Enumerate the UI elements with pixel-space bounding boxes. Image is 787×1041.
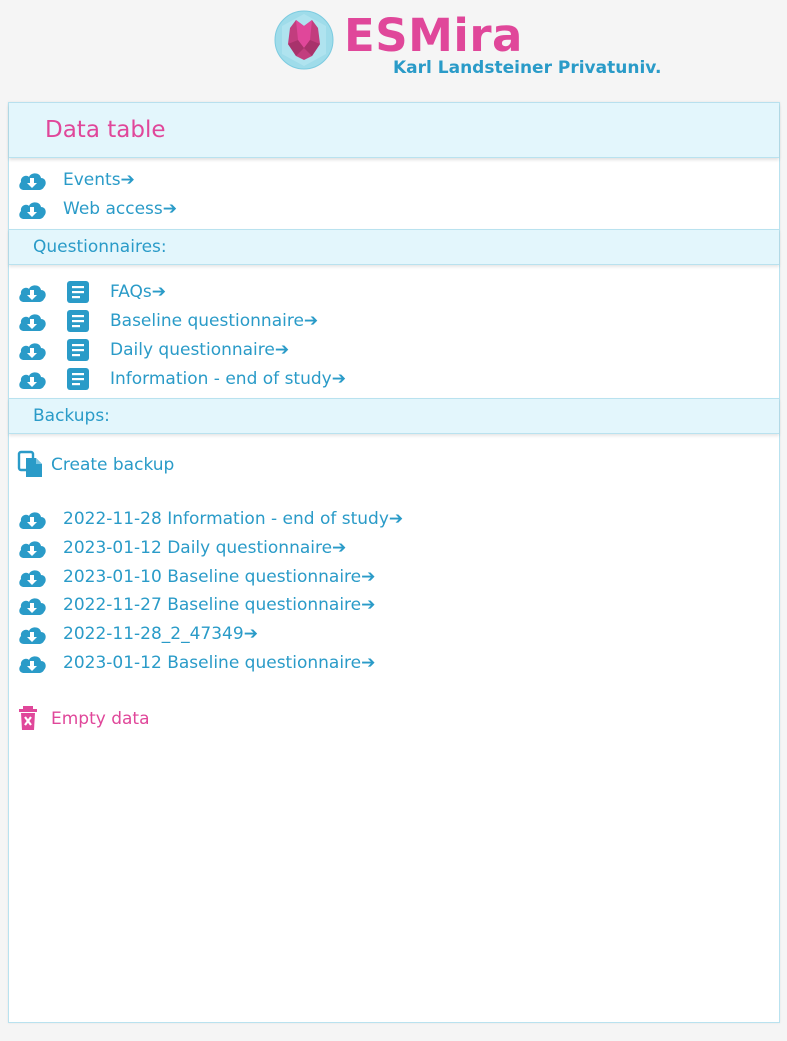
document-icon xyxy=(67,281,89,303)
download-events-link[interactable]: Events➔ xyxy=(9,167,209,193)
cloud-download-icon xyxy=(19,202,46,219)
download-questionnaire-daily[interactable]: Daily questionnaire➔ xyxy=(9,337,409,363)
empty-data-button[interactable]: Empty data xyxy=(17,704,217,734)
copy-icon xyxy=(17,450,42,477)
cloud-download-icon xyxy=(19,372,46,389)
document-icon xyxy=(67,310,89,332)
backup-label: 2023-01-10 Baseline questionnaire➔ xyxy=(63,567,376,587)
download-questionnaire-end-of-study[interactable]: Information - end of study➔ xyxy=(9,366,429,392)
document-icon xyxy=(67,339,89,361)
panel-title: Data table xyxy=(45,117,166,143)
questionnaire-label: Baseline questionnaire➔ xyxy=(110,311,319,331)
data-table-panel: Data table Events➔ Web access➔ Questionn… xyxy=(8,102,780,1023)
cloud-download-icon xyxy=(19,285,46,302)
backup-item[interactable]: 2022-11-27 Baseline questionnaire➔ xyxy=(9,592,429,618)
backup-item[interactable]: 2022-11-28_2_47349➔ xyxy=(9,621,429,647)
backup-item[interactable]: 2023-01-10 Baseline questionnaire➔ xyxy=(9,564,429,590)
backup-item[interactable]: 2022-11-28 Information - end of study➔ xyxy=(9,506,429,532)
backup-item[interactable]: 2023-01-12 Daily questionnaire➔ xyxy=(9,535,429,561)
download-questionnaire-baseline[interactable]: Baseline questionnaire➔ xyxy=(9,308,409,334)
empty-data-label: Empty data xyxy=(51,709,150,729)
cloud-download-icon xyxy=(19,570,46,587)
esmira-logo-icon xyxy=(274,10,334,70)
questionnaire-label: Information - end of study➔ xyxy=(110,369,346,389)
questionnaire-label: Daily questionnaire➔ xyxy=(110,340,290,360)
download-web-access-link[interactable]: Web access➔ xyxy=(9,196,229,222)
download-questionnaire-faqs[interactable]: FAQs➔ xyxy=(9,279,309,305)
backup-label: 2022-11-28 Information - end of study➔ xyxy=(63,509,404,529)
section-label: Questionnaires: xyxy=(33,237,167,257)
panel-title-bar: Data table xyxy=(9,103,779,158)
trash-icon xyxy=(19,706,37,730)
backup-label: 2022-11-28_2_47349➔ xyxy=(63,624,258,644)
questionnaire-label: FAQs➔ xyxy=(110,282,167,302)
cloud-download-icon xyxy=(19,512,46,529)
backup-label: 2023-01-12 Baseline questionnaire➔ xyxy=(63,653,376,673)
cloud-download-icon xyxy=(19,314,46,331)
download-label: Events➔ xyxy=(63,170,135,190)
backups-section-header: Backups: xyxy=(9,398,779,434)
questionnaires-section-header: Questionnaires: xyxy=(9,229,779,265)
document-icon xyxy=(67,368,89,390)
cloud-download-icon xyxy=(19,627,46,644)
backup-label: 2022-11-27 Baseline questionnaire➔ xyxy=(63,595,376,615)
backup-item[interactable]: 2023-01-12 Baseline questionnaire➔ xyxy=(9,650,429,676)
create-backup-button[interactable]: Create backup xyxy=(17,450,217,480)
organization-name: Karl Landsteiner Privatuniv. xyxy=(393,58,662,78)
cloud-download-icon xyxy=(19,541,46,558)
app-header: ESMira Karl Landsteiner Privatuniv. xyxy=(0,0,787,102)
cloud-download-icon xyxy=(19,598,46,615)
section-label: Backups: xyxy=(33,406,110,426)
backup-label: 2023-01-12 Daily questionnaire➔ xyxy=(63,538,347,558)
cloud-download-icon xyxy=(19,656,46,673)
cloud-download-icon xyxy=(19,343,46,360)
create-backup-label: Create backup xyxy=(51,455,175,475)
cloud-download-icon xyxy=(19,173,46,190)
download-label: Web access➔ xyxy=(63,199,177,219)
